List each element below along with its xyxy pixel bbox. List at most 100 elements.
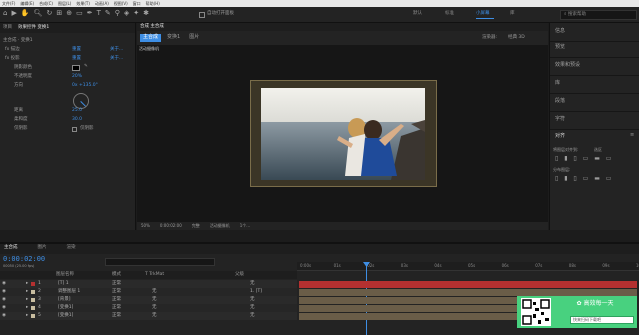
layer-label-color[interactable] xyxy=(31,306,35,310)
workspace-standard[interactable]: 标准 xyxy=(445,11,454,17)
effect-shadow-label[interactable]: fx 投影 xyxy=(5,56,20,62)
comp-subtab-main[interactable]: 主合成 xyxy=(140,34,162,42)
renderer-value[interactable]: 经典 3D xyxy=(508,35,525,41)
camera-dropdown[interactable]: 活动摄像机 xyxy=(210,224,230,228)
tab-composition[interactable]: 合成 主合成 xyxy=(140,24,164,30)
stroke-reset-link[interactable]: 重置 xyxy=(72,47,81,53)
layer-label-color[interactable] xyxy=(31,290,35,294)
stroke-about-link[interactable]: 关于... xyxy=(110,47,123,53)
opacity-value[interactable]: 20% xyxy=(72,74,82,80)
menu-layer[interactable]: 图层(L) xyxy=(58,1,71,6)
zoom-level[interactable]: 50% xyxy=(141,224,150,228)
timeline-tab-image[interactable]: 图片 xyxy=(38,245,47,252)
align-buttons-row[interactable]: ▯ ▮ ▯ ▭ ▬ ▭ xyxy=(555,156,613,162)
layer-row[interactable]: ◉ ▸ 3 [背景] 正常 无 无 xyxy=(0,296,297,304)
mask-tool-icon[interactable]: ▭ xyxy=(76,10,83,17)
shadow-color-swatch[interactable] xyxy=(72,65,80,71)
pan-behind-icon[interactable]: ⊕ xyxy=(66,10,72,17)
layer-expand-icon[interactable]: ▸ xyxy=(26,305,28,311)
zoom-tool-icon[interactable]: 🔍︎ xyxy=(34,10,43,17)
align-to-dropdown[interactable]: 选区 xyxy=(594,148,602,152)
panel-paragraph[interactable]: 段落 xyxy=(555,99,565,104)
shadow-about-link[interactable]: 关于... xyxy=(110,56,123,62)
menu-composition[interactable]: 合成(C) xyxy=(39,1,53,6)
timeline-search-input[interactable] xyxy=(105,258,215,266)
softness-value[interactable]: 30.0 xyxy=(72,117,82,123)
layer-label-color[interactable] xyxy=(31,314,35,318)
menu-file[interactable]: 文件(F) xyxy=(2,1,15,6)
menu-window[interactable]: 窗口 xyxy=(133,1,141,6)
menu-animation[interactable]: 动画(A) xyxy=(95,1,109,6)
views-dropdown[interactable]: 1个... xyxy=(240,224,250,228)
shadow-only-checkbox[interactable] xyxy=(72,127,77,132)
col-mode[interactable]: 模式 xyxy=(112,272,121,278)
eyedropper-icon[interactable]: ✎ xyxy=(84,64,88,70)
layer-visibility-icon[interactable]: ◉ xyxy=(2,281,6,287)
layer-visibility-icon[interactable]: ◉ xyxy=(2,313,6,319)
panel-character[interactable]: 字符 xyxy=(555,117,565,122)
selection-tool-icon[interactable]: ▶ xyxy=(11,10,16,17)
panel-align[interactable]: 对齐 xyxy=(555,134,565,139)
layer-expand-icon[interactable]: ▸ xyxy=(26,313,28,319)
panel-menu-icon[interactable]: ≡ xyxy=(630,133,634,138)
workspace-library[interactable]: 库 xyxy=(510,11,515,17)
layer-trkmat[interactable]: 无 xyxy=(152,305,157,311)
pen-tool-icon[interactable]: ✒ xyxy=(87,10,93,17)
menu-help[interactable]: 帮助(H) xyxy=(146,1,160,6)
tab-effect-controls[interactable]: 效果控件 变换1 xyxy=(18,25,49,31)
layer-expand-icon[interactable]: ▸ xyxy=(26,289,28,295)
layer-duration-bar[interactable] xyxy=(299,281,637,288)
timeline-tab-render[interactable]: 渲染 xyxy=(67,245,76,252)
layer-row[interactable]: ◉ ▸ 1 [T] 1 正常 无 xyxy=(0,280,297,288)
text-tool-icon[interactable]: T xyxy=(97,10,101,17)
layer-name[interactable]: [变换1] xyxy=(58,305,73,311)
hand-tool-icon[interactable]: ✋ xyxy=(21,10,30,17)
ad-download-button[interactable]: ✿ 高效每一天 xyxy=(557,298,633,310)
layer-mode[interactable]: 正常 xyxy=(112,305,121,311)
viewer-timecode[interactable]: 0:00:02:00 xyxy=(160,224,182,228)
puppet-tool-icon[interactable]: ✱ xyxy=(143,10,149,17)
workspace-small-screen[interactable]: 小屏幕 xyxy=(476,11,490,17)
timeline-tab-main[interactable]: 主合成 xyxy=(4,245,18,252)
auto-open-checkbox[interactable] xyxy=(199,12,205,18)
layer-trkmat[interactable]: 无 xyxy=(152,313,157,319)
layer-mode[interactable]: 正常 xyxy=(112,289,121,295)
camera-tool-icon[interactable]: ⊞ xyxy=(56,10,62,17)
layer-name[interactable]: [变换1] xyxy=(58,313,73,319)
layer-trkmat[interactable]: 无 xyxy=(152,297,157,303)
menu-edit[interactable]: 编辑(E) xyxy=(20,1,34,6)
distance-value[interactable]: 25.0 xyxy=(72,108,82,114)
comp-subtab-transform[interactable]: 变换1 xyxy=(164,34,183,42)
brush-tool-icon[interactable]: ✎ xyxy=(105,10,111,17)
layer-visibility-icon[interactable]: ◉ xyxy=(2,297,6,303)
menu-view[interactable]: 视图(V) xyxy=(114,1,128,6)
layer-row[interactable]: ◉ ▸ 4 [变换1] 正常 无 无 xyxy=(0,304,297,312)
col-parent[interactable]: 父级 xyxy=(235,272,244,278)
rotate-tool-icon[interactable]: ↻ xyxy=(46,10,52,17)
layer-parent[interactable]: 1. [T] xyxy=(250,289,262,295)
direction-dial[interactable] xyxy=(73,93,89,109)
home-icon[interactable]: ⌂ xyxy=(3,10,7,17)
layer-row[interactable]: ◉ ▸ 2 调整图层 1 正常 无 1. [T] xyxy=(0,288,297,296)
clone-tool-icon[interactable]: ⚲ xyxy=(115,10,120,17)
distribute-buttons-row[interactable]: ▯ ▮ ▯ ▭ ▬ ▭ xyxy=(555,176,613,182)
layer-mode[interactable]: 正常 xyxy=(112,297,121,303)
panel-library[interactable]: 库 xyxy=(555,81,560,86)
layer-name[interactable]: 调整图层 1 xyxy=(58,289,80,295)
layer-mode[interactable]: 正常 xyxy=(112,281,121,287)
panel-info[interactable]: 信息 xyxy=(555,29,565,34)
layer-name[interactable]: [背景] xyxy=(58,297,71,303)
resolution-dropdown[interactable]: 完整 xyxy=(192,224,200,228)
direction-value[interactable]: 0x +135.0° xyxy=(72,83,98,89)
layer-parent[interactable]: 无 xyxy=(250,313,255,319)
layer-visibility-icon[interactable]: ◉ xyxy=(2,289,6,295)
layer-name[interactable]: [T] 1 xyxy=(58,281,69,287)
layer-parent[interactable]: 无 xyxy=(250,305,255,311)
panel-effects-presets[interactable]: 效果和预设 xyxy=(555,63,580,68)
panel-preview[interactable]: 预览 xyxy=(555,45,565,50)
layer-label-color[interactable] xyxy=(31,298,35,302)
layer-mode[interactable]: 正常 xyxy=(112,313,121,319)
layer-trkmat[interactable]: 无 xyxy=(152,289,157,295)
menu-effect[interactable]: 效果(T) xyxy=(76,1,90,6)
time-ruler[interactable]: 0:00s01s02s03s04s05s06s07s08s09s10s xyxy=(297,262,639,271)
